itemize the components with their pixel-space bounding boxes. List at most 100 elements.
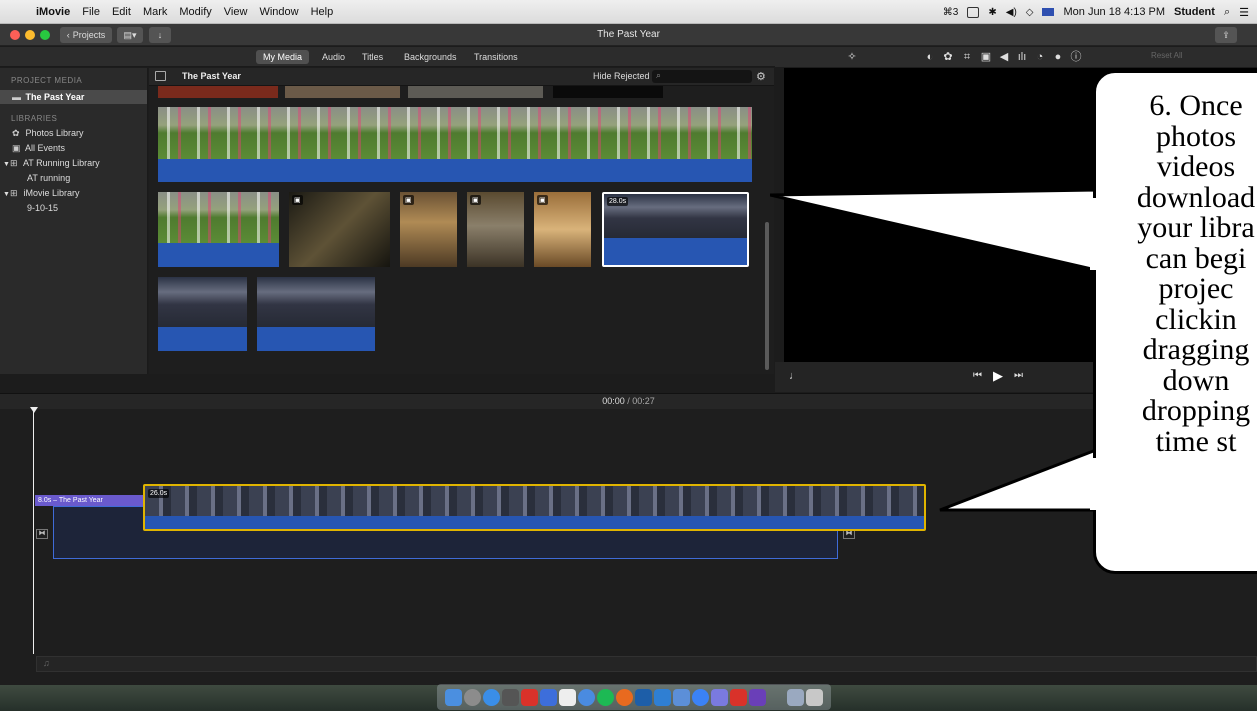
transition-icon[interactable]: ⧓ <box>36 529 48 539</box>
spotify-icon[interactable] <box>597 688 614 706</box>
clip-audio-waveform <box>158 159 752 182</box>
color-correction-icon[interactable]: ✿ <box>941 50 955 64</box>
downloads-stack-icon[interactable] <box>787 688 804 706</box>
zoom-window-button[interactable] <box>40 30 50 40</box>
music-note-icon: ♫ <box>43 658 50 668</box>
chrome-icon[interactable] <box>578 688 595 706</box>
user-menu[interactable]: Student <box>1174 6 1215 18</box>
volume-adjust-icon[interactable]: ◀ <box>997 50 1011 64</box>
minimize-window-button[interactable] <box>25 30 35 40</box>
crop-icon[interactable]: ⌗ <box>960 50 974 64</box>
menu-bar: iMovie File Edit Mark Modify View Window… <box>0 0 1257 24</box>
menu-modify[interactable]: Modify <box>173 6 217 18</box>
media-clip[interactable] <box>408 86 543 98</box>
media-clip-selected[interactable]: 28.0s <box>602 192 749 267</box>
sidebar-item-label: iMovie Library <box>23 188 80 198</box>
sidebar-item-at-running-library[interactable]: ▼⊞ AT Running Library <box>0 156 147 170</box>
finder-icon[interactable] <box>445 688 462 706</box>
import-button[interactable]: ↓ <box>149 27 171 43</box>
title-clip[interactable]: 8.0s – The Past Year <box>35 495 144 506</box>
media-clip[interactable] <box>158 86 278 98</box>
airplay-icon[interactable] <box>967 6 980 18</box>
sidebar-item-the-past-year[interactable]: ▬ The Past Year <box>0 90 147 104</box>
menu-window[interactable]: Window <box>253 6 304 18</box>
magic-wand-icon[interactable]: ✧ <box>845 50 859 64</box>
app-menu[interactable]: iMovie <box>30 6 76 18</box>
media-clip[interactable] <box>158 277 247 351</box>
photo-clip-child[interactable]: ▣ <box>534 192 591 267</box>
menu-help[interactable]: Help <box>305 6 340 18</box>
sidebar-item-event-9-10-15[interactable]: 9-10-15 <box>0 201 147 215</box>
color-balance-icon[interactable]: ◐ <box>923 50 937 64</box>
photo-clip-museum[interactable]: ▣ <box>400 192 457 267</box>
media-clip[interactable] <box>553 86 663 98</box>
sidebar-item-imovie-library[interactable]: ▼⊞ iMovie Library <box>0 186 147 200</box>
playhead[interactable] <box>33 409 34 654</box>
tab-transitions[interactable]: Transitions <box>467 50 525 64</box>
system-preferences-icon[interactable] <box>502 688 519 706</box>
library-toggle-button[interactable]: ▤▾ <box>117 27 143 43</box>
trash-icon[interactable] <box>806 688 823 706</box>
menu-edit[interactable]: Edit <box>106 6 137 18</box>
info-icon[interactable]: ⓘ <box>1069 50 1083 64</box>
spotlight-icon[interactable]: ⌕ <box>1224 6 1230 19</box>
music-well[interactable]: ♫ <box>36 656 1257 672</box>
adobe-tray-icon[interactable]: ⌘3 <box>943 7 959 18</box>
media-clip[interactable] <box>285 86 400 98</box>
photoshop-icon[interactable] <box>635 688 652 706</box>
sidebar-item-label: The Past Year <box>25 92 85 102</box>
clip-filter-icon[interactable]: ● <box>1051 50 1065 64</box>
app-icon[interactable] <box>711 688 728 706</box>
document-icon[interactable] <box>559 688 576 706</box>
keynote-icon[interactable] <box>654 688 671 706</box>
bluetooth-icon[interactable]: ✱ <box>988 7 996 18</box>
launchpad-icon[interactable] <box>464 688 481 706</box>
tab-backgrounds[interactable]: Backgrounds <box>397 50 464 64</box>
playhead-handle-icon[interactable] <box>30 407 38 413</box>
tumblr-icon[interactable] <box>673 688 690 706</box>
app-b-icon[interactable] <box>692 688 709 706</box>
tab-titles[interactable]: Titles <box>355 50 390 64</box>
reset-all-button[interactable]: Reset All <box>1151 51 1183 60</box>
callout-line: clickin <box>1155 302 1237 336</box>
hide-rejected-select[interactable]: Hide Rejected ⇕ <box>593 71 660 82</box>
browser-settings-gear-icon[interactable]: ⚙ <box>756 70 766 83</box>
media-clip[interactable] <box>257 277 375 351</box>
imovie-icon[interactable] <box>749 688 766 706</box>
share-button[interactable]: ⇪ <box>1215 27 1237 43</box>
menu-mark[interactable]: Mark <box>137 6 173 18</box>
tab-audio[interactable]: Audio <box>315 50 352 64</box>
browser-scrollbar[interactable] <box>765 222 769 370</box>
callout-line: can begi <box>1145 241 1247 275</box>
notification-center-icon[interactable]: ☰ <box>1239 6 1249 19</box>
acrobat-icon[interactable] <box>521 688 538 706</box>
sidebar-item-at-running-event[interactable]: AT running <box>0 171 147 185</box>
schoology-icon[interactable] <box>540 688 557 706</box>
volume-icon[interactable]: ◀) <box>1006 7 1017 18</box>
clip-duration-badge: 26.0s <box>148 489 170 498</box>
stabilization-icon[interactable]: ▣ <box>979 50 993 64</box>
close-window-button[interactable] <box>10 30 20 40</box>
noise-reduction-icon[interactable]: ılı <box>1015 50 1029 64</box>
media-clip[interactable] <box>158 192 279 267</box>
clock[interactable]: Mon Jun 18 4:13 PM <box>1063 6 1165 18</box>
acrobat-reader-icon[interactable] <box>730 688 747 706</box>
instruction-callout: 6. Once photos videos download your libra can… <box>1093 70 1257 574</box>
tab-my-media[interactable]: My Media <box>256 50 310 64</box>
speed-icon[interactable]: ◔ <box>1033 50 1047 64</box>
flag-icon[interactable] <box>1042 8 1055 16</box>
download-arrow-icon: ↓ <box>157 30 163 40</box>
media-clip-field-day[interactable] <box>158 107 752 182</box>
search-input[interactable]: ⌕ <box>652 70 752 83</box>
photo-clip-trees[interactable]: ▣ <box>289 192 390 267</box>
firefox-icon[interactable] <box>616 688 633 706</box>
sidebar-item-all-events[interactable]: ▣ All Events <box>0 141 147 155</box>
sidebar-toggle-icon[interactable] <box>155 71 166 81</box>
menu-view[interactable]: View <box>218 6 254 18</box>
projects-button[interactable]: ‹ Projects <box>60 27 112 43</box>
wifi-icon[interactable]: ◇ <box>1026 7 1034 18</box>
menu-file[interactable]: File <box>76 6 106 18</box>
safari-icon[interactable] <box>483 688 500 706</box>
photo-clip-dinosaur[interactable]: ▣ <box>467 192 524 267</box>
sidebar-item-photos-library[interactable]: ✿ Photos Library <box>0 126 147 140</box>
